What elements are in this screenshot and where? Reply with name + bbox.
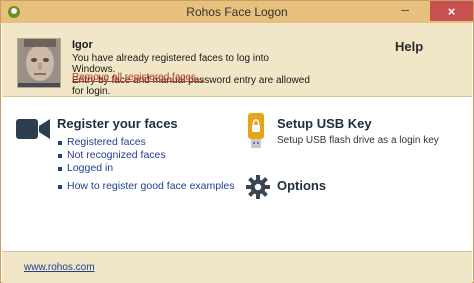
face-photo	[18, 39, 60, 87]
setup-usb-key-title[interactable]: Setup USB Key	[277, 116, 372, 131]
footer: www.rohos.com	[2, 251, 472, 283]
app-window: Rohos Face Logon ─ × Igor You have alrea…	[0, 0, 474, 283]
title-bar[interactable]: Rohos Face Logon ─ ×	[1, 1, 473, 23]
registered-faces-link[interactable]: Registered faces	[58, 136, 235, 149]
help-link[interactable]: Help	[395, 39, 423, 54]
logged-in-link[interactable]: Logged in	[58, 162, 235, 175]
not-recognized-faces-link[interactable]: Not recognized faces	[58, 149, 235, 162]
user-header: Igor You have already registered faces t…	[2, 23, 472, 97]
minimize-button[interactable]: ─	[392, 1, 418, 21]
remove-faces-link[interactable]: Remove all registered faces...	[72, 72, 204, 83]
how-to-register-link[interactable]: How to register good face examples	[58, 180, 235, 193]
options-title[interactable]: Options	[277, 178, 326, 193]
register-faces-title: Register your faces	[57, 116, 178, 131]
user-name: Igor	[72, 39, 93, 51]
video-camera-icon	[16, 119, 50, 139]
website-link[interactable]: www.rohos.com	[24, 262, 95, 273]
usb-description: Setup USB flash drive as a login key	[277, 135, 439, 146]
usb-key-icon[interactable]	[246, 113, 266, 149]
register-faces-list: Registered faces Not recognized faces Lo…	[58, 136, 235, 193]
close-button[interactable]: ×	[430, 1, 473, 21]
avatar	[17, 38, 61, 88]
gear-icon[interactable]	[246, 175, 270, 199]
